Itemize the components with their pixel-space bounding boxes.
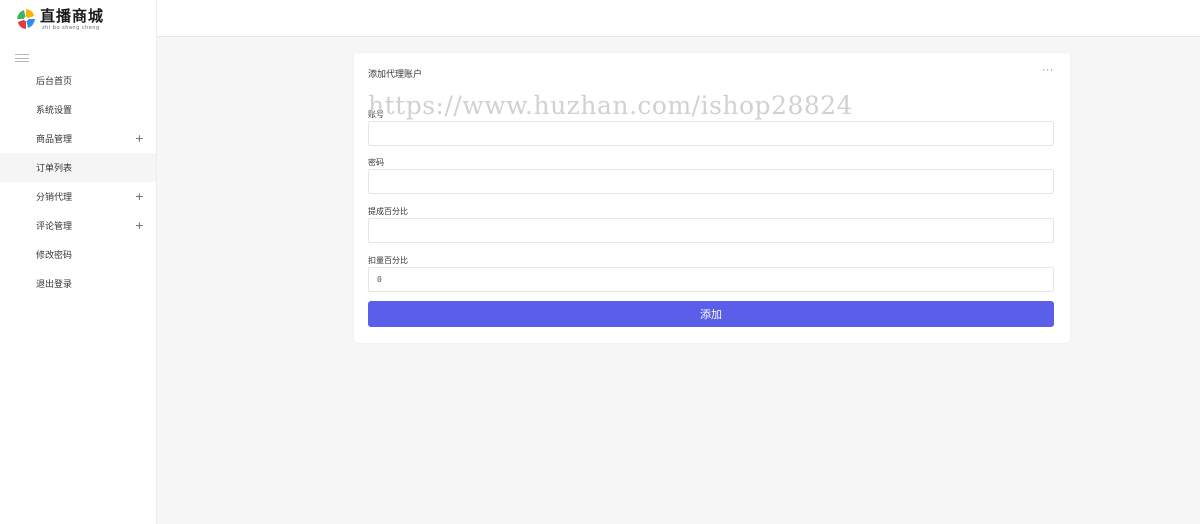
sidebar-nav: 后台首页 系统设置 商品管理 + 订单列表 分销代理 + 评论管理 + 修改密码 退出…	[0, 66, 156, 298]
sidebar-item-label: 订单列表	[36, 164, 73, 174]
account-label: 账号	[368, 110, 384, 119]
plus-icon[interactable]: +	[135, 220, 144, 231]
password-label: 密码	[368, 158, 384, 167]
password-field[interactable]	[368, 169, 1054, 194]
logo-text: 直播商城 zhi bo shang cheng	[40, 6, 105, 31]
sidebar-item-change-password[interactable]: 修改密码	[0, 240, 156, 269]
more-options-icon[interactable]: ···	[1042, 66, 1054, 76]
logo[interactable]: 直播商城 zhi bo shang cheng	[0, 0, 156, 38]
logo-title: 直播商城	[40, 6, 105, 25]
logo-subtitle: zhi bo shang cheng	[42, 24, 100, 31]
sidebar-item-logout[interactable]: 退出登录	[0, 269, 156, 298]
sidebar-item-label: 后台首页	[36, 77, 73, 87]
sidebar-item-label: 退出登录	[36, 280, 73, 290]
sidebar-item-label: 系统设置	[36, 106, 73, 116]
sidebar-item-home[interactable]: 后台首页	[0, 66, 156, 95]
add-button[interactable]: 添加	[368, 301, 1054, 327]
sidebar-item-label: 商品管理	[36, 135, 73, 145]
sidebar-item-orders[interactable]: 订单列表	[0, 153, 156, 182]
account-field[interactable]	[368, 121, 1054, 146]
commission-percent-label: 提成百分比	[368, 207, 408, 216]
sidebar-item-label: 评论管理	[36, 222, 73, 232]
deduction-percent-label: 扣量百分比	[368, 256, 408, 265]
top-bar	[157, 0, 1200, 37]
pinwheel-logo-icon	[14, 7, 38, 31]
sidebar-item-settings[interactable]: 系统设置	[0, 95, 156, 124]
commission-percent-field[interactable]	[368, 218, 1054, 243]
sidebar: 直播商城 zhi bo shang cheng 后台首页 系统设置 商品管理 + …	[0, 0, 157, 524]
sidebar-item-distribution[interactable]: 分销代理 +	[0, 182, 156, 211]
sidebar-item-label: 分销代理	[36, 193, 73, 203]
plus-icon[interactable]: +	[135, 133, 144, 144]
sidebar-item-products[interactable]: 商品管理 +	[0, 124, 156, 153]
plus-icon[interactable]: +	[135, 191, 144, 202]
menu-toggle-icon[interactable]	[15, 54, 29, 62]
sidebar-item-label: 修改密码	[36, 251, 73, 261]
card-title: 添加代理账户	[368, 70, 423, 80]
deduction-percent-field[interactable]	[368, 267, 1054, 292]
add-agent-form-card: 添加代理账户 ··· 账号 密码 提成百分比 扣量百分比 添加	[354, 53, 1070, 343]
sidebar-item-comments[interactable]: 评论管理 +	[0, 211, 156, 240]
